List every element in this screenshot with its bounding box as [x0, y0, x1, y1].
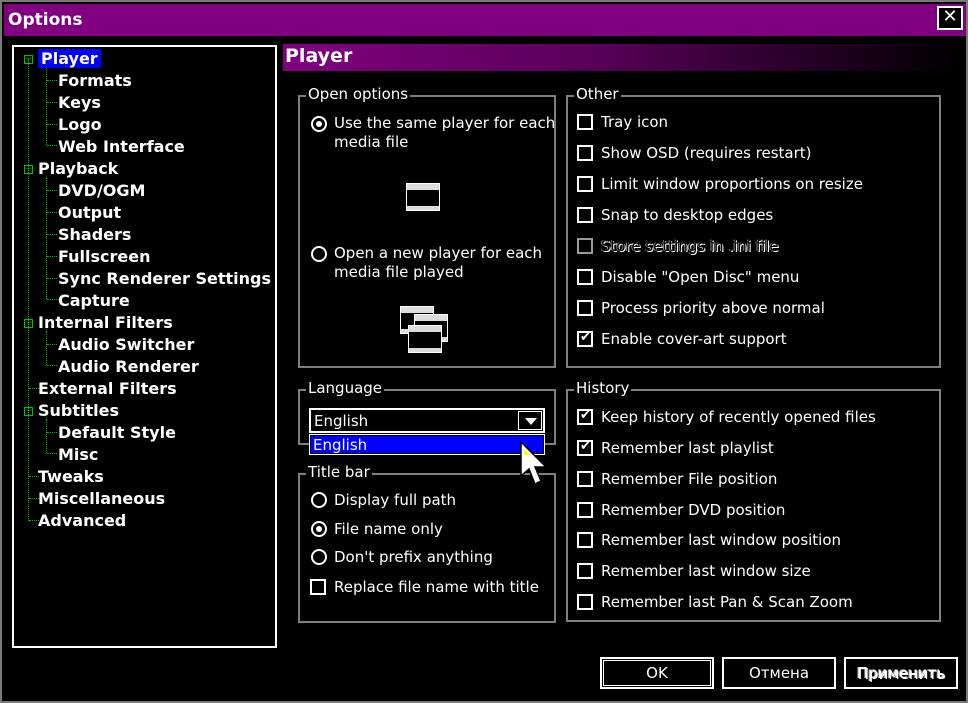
open-options-legend: Open options — [306, 85, 411, 103]
remember-window-position-label: Remember last window position — [601, 531, 842, 549]
cancel-button[interactable]: Отмена — [722, 657, 836, 689]
dont-prefix-label: Don't prefix anything — [334, 548, 493, 566]
other-group: Other — [566, 85, 941, 368]
disable-open-disc-label: Disable "Open Disc" menu — [601, 268, 800, 286]
new-player-label-2: media file played — [334, 263, 464, 281]
display-full-path-label: Display full path — [334, 491, 457, 509]
tree-item-misc[interactable]: Misc — [58, 444, 98, 466]
tree-item-audio-switcher[interactable]: Audio Switcher — [58, 334, 194, 356]
dont-prefix-radio[interactable] — [311, 549, 327, 565]
snap-edges-label: Snap to desktop edges — [601, 206, 774, 224]
remember-playlist-checkbox[interactable] — [577, 439, 593, 456]
remember-window-size-checkbox[interactable] — [577, 563, 593, 579]
file-name-only-label: File name only — [334, 520, 443, 538]
replace-with-title-checkbox[interactable] — [310, 579, 326, 595]
apply-button: Применить — [844, 657, 958, 689]
tree-item-internal-filters[interactable]: Internal Filters — [38, 312, 173, 334]
remember-playlist-label: Remember last playlist — [601, 439, 774, 457]
tree-item-fullscreen[interactable]: Fullscreen — [58, 246, 150, 268]
new-player-label-1: Open a new player for each — [334, 244, 543, 262]
same-player-label-2: media file — [334, 133, 409, 151]
page-header: Player — [283, 44, 963, 71]
collapse-playback-icon[interactable]: − — [24, 165, 33, 174]
process-priority-label: Process priority above normal — [601, 299, 825, 317]
tree-item-capture[interactable]: Capture — [58, 290, 130, 312]
tree-item-formats[interactable]: Formats — [58, 70, 132, 92]
language-select[interactable]: English — [309, 408, 545, 433]
tree-item-shaders[interactable]: Shaders — [58, 224, 131, 246]
limit-proportions-checkbox[interactable] — [577, 176, 593, 192]
tree-item-audio-renderer[interactable]: Audio Renderer — [58, 356, 199, 378]
page-title: Player — [285, 45, 353, 67]
snap-edges-checkbox[interactable] — [577, 207, 593, 223]
language-dropdown-list: English — [309, 434, 545, 455]
language-option-english[interactable]: English — [311, 436, 543, 454]
remember-dvd-position-checkbox[interactable] — [577, 502, 593, 518]
language-legend: Language — [306, 379, 385, 397]
tree-item-dvd-ogm[interactable]: DVD/OGM — [58, 180, 145, 202]
tree-item-sync-renderer-settings[interactable]: Sync Renderer Settings — [58, 268, 271, 290]
mouse-cursor-icon — [520, 440, 548, 486]
tray-icon-label: Tray icon — [601, 113, 669, 131]
remember-file-position-label: Remember File position — [601, 470, 778, 488]
tree-item-playback[interactable]: Playback — [38, 158, 118, 180]
tree-item-external-filters[interactable]: External Filters — [38, 378, 177, 400]
tray-icon-checkbox[interactable] — [577, 114, 593, 130]
collapse-subtitles-icon[interactable]: − — [24, 407, 33, 416]
file-name-only-radio[interactable] — [311, 521, 327, 537]
remember-pan-scan-label: Remember last Pan & Scan Zoom — [601, 593, 853, 611]
multi-window-icon-3 — [408, 325, 442, 353]
tree-item-player[interactable]: Player — [38, 48, 101, 70]
process-priority-checkbox[interactable] — [577, 300, 593, 316]
remember-dvd-position-label: Remember DVD position — [601, 501, 786, 519]
disable-open-disc-checkbox[interactable] — [577, 269, 593, 285]
single-window-icon — [406, 183, 440, 211]
same-player-radio[interactable] — [311, 116, 327, 132]
limit-proportions-label: Limit window proportions on resize — [601, 175, 863, 193]
options-tree: − − − − Player Formats Keys Logo Web Int… — [12, 45, 277, 648]
title-bar[interactable]: Options — [4, 4, 966, 36]
tree-item-output[interactable]: Output — [58, 202, 121, 224]
replace-with-title-label: Replace file name with title — [334, 578, 539, 596]
tree-item-keys[interactable]: Keys — [58, 92, 101, 114]
close-icon[interactable]: ✕ — [937, 6, 963, 30]
store-ini-checkbox — [577, 238, 593, 254]
remember-window-position-checkbox[interactable] — [577, 532, 593, 548]
keep-history-checkbox[interactable] — [577, 408, 593, 425]
same-player-label-1: Use the same player for each — [334, 114, 556, 132]
ok-button[interactable]: OK — [600, 657, 714, 689]
collapse-internal-filters-icon[interactable]: − — [24, 319, 33, 328]
tree-item-miscellaneous[interactable]: Miscellaneous — [38, 488, 165, 510]
tree-item-logo[interactable]: Logo — [58, 114, 102, 136]
tree-item-advanced[interactable]: Advanced — [38, 510, 126, 532]
collapse-player-icon[interactable]: − — [24, 55, 33, 64]
show-osd-checkbox[interactable] — [577, 145, 593, 161]
remember-window-size-label: Remember last window size — [601, 562, 811, 580]
tree-item-tweaks[interactable]: Tweaks — [38, 466, 104, 488]
cover-art-label: Enable cover-art support — [601, 330, 787, 348]
keep-history-label: Keep history of recently opened files — [601, 408, 876, 426]
window-title: Options — [8, 10, 83, 30]
language-selected-value: English — [314, 412, 369, 430]
chevron-down-icon[interactable] — [518, 411, 542, 430]
remember-file-position-checkbox[interactable] — [577, 471, 593, 487]
store-ini-label: Store settings in .ini file — [601, 237, 779, 255]
other-legend: Other — [574, 85, 621, 103]
remember-pan-scan-checkbox[interactable] — [577, 594, 593, 610]
tree-item-subtitles[interactable]: Subtitles — [38, 400, 119, 422]
tree-item-web-interface[interactable]: Web Interface — [58, 136, 185, 158]
cover-art-checkbox[interactable] — [577, 330, 593, 347]
display-full-path-radio[interactable] — [311, 492, 327, 508]
show-osd-label: Show OSD (requires restart) — [601, 144, 812, 162]
title-bar-legend: Title bar — [306, 463, 372, 481]
history-legend: History — [574, 379, 632, 397]
new-player-radio[interactable] — [311, 246, 327, 262]
tree-item-default-style[interactable]: Default Style — [58, 422, 176, 444]
